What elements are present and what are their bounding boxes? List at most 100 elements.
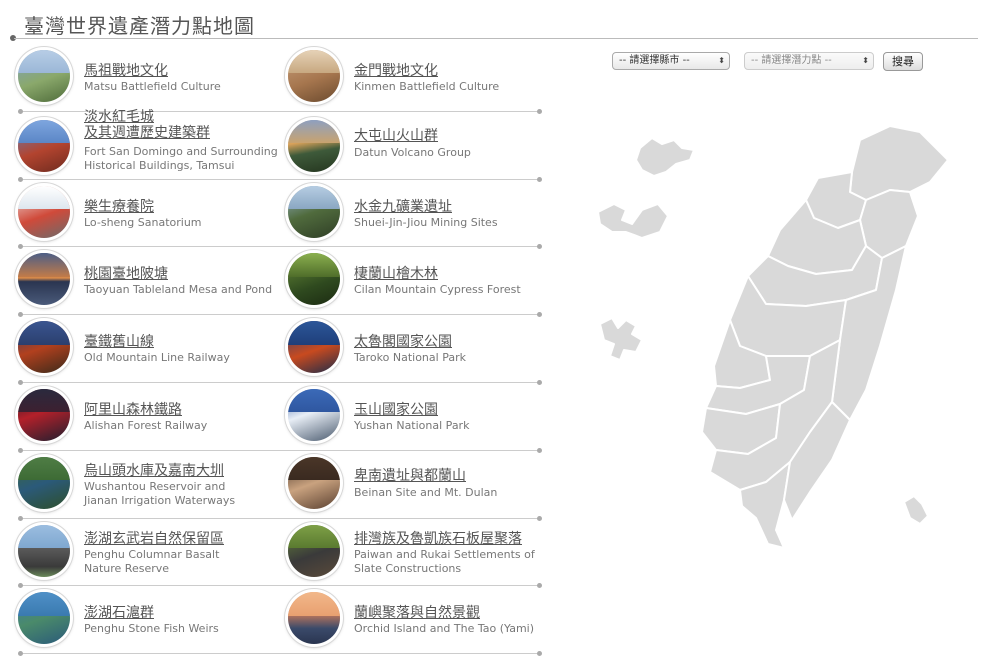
site-subtitle: Lo-sheng Sanatorium	[84, 215, 202, 229]
site-subtitle-line: Fort San Domingo and Surrounding	[84, 144, 278, 158]
site-thumbnail[interactable]	[288, 253, 340, 306]
site-row: 澎湖玄武岩自然保留區 Penghu Columnar Basalt Nature …	[14, 519, 542, 589]
site-title[interactable]: 桃園臺地陂塘	[84, 266, 168, 282]
site-subtitle: Orchid Island and The Tao (Yami)	[354, 622, 535, 636]
site-subtitle: Kinmen Battlefield Culture	[354, 80, 500, 93]
site-title[interactable]: 淡水紅毛城 及其週遭歷史建築群	[84, 109, 210, 141]
site-row: 桃園臺地陂塘 Taoyuan Tableland Mesa and Pond 棲…	[14, 247, 542, 318]
map-region-lanyu[interactable]	[903, 495, 929, 525]
page-header: 臺灣世界遺產潛力點地圖	[0, 0, 998, 42]
site-subtitle: Shuei-Jin-Jiou Mining Sites	[354, 215, 498, 229]
taiwan-map[interactable]	[570, 120, 960, 560]
site-select[interactable]: -- 請選擇潛力點 -- ⬍	[744, 52, 874, 70]
site-title[interactable]: 卑南遺址與都蘭山	[354, 468, 466, 484]
site-subtitle-line: Slate Constructions	[354, 561, 462, 575]
site-title[interactable]: 水金九礦業遺址	[354, 199, 452, 215]
site-row: 烏山頭水庫及嘉南大圳 Wushantou Reservoir and Jianan…	[14, 451, 542, 521]
site-title[interactable]: 玉山國家公園	[354, 402, 438, 418]
county-select-label[interactable]: -- 請選擇縣市 --	[619, 55, 690, 66]
site-thumbnail[interactable]	[18, 592, 70, 645]
header-divider	[14, 38, 978, 39]
site-item-losheng[interactable]: 樂生療養院 Lo-sheng Sanatorium	[14, 180, 276, 246]
site-row: 澎湖石滬群 Penghu Stone Fish Weirs 蘭嶼聚落與自然景觀 …	[14, 586, 542, 657]
site-title[interactable]: 烏山頭水庫及嘉南大圳	[84, 463, 224, 479]
site-thumbnail[interactable]	[18, 524, 70, 577]
site-title[interactable]: 澎湖玄武岩自然保留區	[84, 531, 224, 547]
site-subtitle: Wushantou Reservoir and Jianan Irrigation…	[84, 480, 235, 508]
site-item-beinan[interactable]: 卑南遺址與都蘭山 Beinan Site and Mt. Dulan	[284, 451, 546, 517]
site-thumbnail[interactable]	[288, 50, 340, 102]
site-title[interactable]: 馬祖戰地文化	[84, 63, 168, 79]
site-title[interactable]: 棲蘭山檜木林	[354, 266, 438, 282]
site-item-shuei-jin-jiou[interactable]: 水金九礦業遺址 Shuei-Jin-Jiou Mining Sites	[284, 180, 546, 246]
site-subtitle-line: Paiwan and Rukai Settlements of	[354, 547, 535, 561]
site-subtitle-line: Nature Reserve	[84, 561, 170, 575]
site-title[interactable]: 臺鐵舊山線	[84, 334, 154, 350]
map-region-penghu[interactable]	[599, 317, 643, 361]
site-item-old-mountain-line[interactable]: 臺鐵舊山線 Old Mountain Line Railway	[14, 315, 276, 381]
site-subtitle: Matsu Battlefield Culture	[84, 80, 221, 93]
site-item-orchid-island[interactable]: 蘭嶼聚落與自然景觀 Orchid Island and The Tao (Yam…	[284, 586, 546, 652]
site-item-penghu-weirs[interactable]: 澎湖石滬群 Penghu Stone Fish Weirs	[14, 586, 276, 652]
map-region-north[interactable]	[849, 125, 949, 201]
site-subtitle-line: Historical Buildings, Tamsui	[84, 158, 235, 172]
map-region-matsu[interactable]	[635, 137, 695, 177]
site-item-taroko[interactable]: 太魯閣國家公園 Taroko National Park	[284, 315, 546, 381]
site-item-cilan[interactable]: 棲蘭山檜木林 Cilan Mountain Cypress Forest	[284, 247, 546, 313]
site-title[interactable]: 蘭嶼聚落與自然景觀	[354, 605, 480, 621]
site-title[interactable]: 金門戰地文化	[354, 63, 438, 79]
select-arrows-icon[interactable]: ⬍	[718, 53, 725, 69]
site-thumbnail[interactable]	[18, 456, 70, 509]
site-row: 淡水紅毛城 及其週遭歷史建築群 Fort San Domingo and Surr…	[14, 109, 542, 182]
site-thumbnail[interactable]	[288, 456, 340, 509]
site-thumbnail[interactable]	[18, 253, 70, 306]
site-subtitle: Paiwan and Rukai Settlements of Slate Con…	[354, 548, 535, 576]
site-thumbnail[interactable]	[288, 119, 340, 172]
site-subtitle: Taoyuan Tableland Mesa and Pond	[84, 283, 273, 297]
site-thumbnail[interactable]	[288, 185, 340, 238]
site-thumbnail[interactable]	[18, 119, 70, 172]
site-item-taoyuan[interactable]: 桃園臺地陂塘 Taoyuan Tableland Mesa and Pond	[14, 247, 276, 313]
site-subtitle-line: Wushantou Reservoir and	[84, 479, 226, 493]
site-subtitle: Beinan Site and Mt. Dulan	[354, 485, 498, 499]
site-title[interactable]: 大屯山火山群	[354, 128, 438, 144]
site-row: 臺鐵舊山線 Old Mountain Line Railway 太魯閣國家公園 …	[14, 315, 542, 385]
search-button[interactable]: 搜尋	[883, 52, 923, 71]
site-item-alishan[interactable]: 阿里山森林鐵路 Alishan Forest Railway	[14, 383, 276, 449]
site-item-paiwan-rukai[interactable]: 排灣族及魯凱族石板屋聚落 Paiwan and Rukai Settlement…	[284, 519, 546, 585]
site-title[interactable]: 樂生療養院	[84, 199, 154, 215]
site-select-label[interactable]: -- 請選擇潛力點 --	[751, 55, 832, 66]
site-subtitle: Yushan National Park	[354, 418, 470, 432]
site-thumbnail[interactable]	[18, 321, 70, 374]
site-item-matsu[interactable]: 馬祖戰地文化 Matsu Battlefield Culture	[14, 44, 276, 110]
site-thumbnail[interactable]	[288, 592, 340, 645]
site-thumbnail[interactable]	[288, 524, 340, 577]
site-item-penghu-basalt[interactable]: 澎湖玄武岩自然保留區 Penghu Columnar Basalt Nature …	[14, 519, 276, 585]
site-title[interactable]: 澎湖石滬群	[84, 605, 154, 621]
site-subtitle: Cilan Mountain Cypress Forest	[354, 283, 521, 297]
site-thumbnail[interactable]	[288, 388, 340, 441]
row-divider	[18, 651, 542, 657]
site-item-wushantou[interactable]: 烏山頭水庫及嘉南大圳 Wushantou Reservoir and Jianan…	[14, 451, 276, 517]
site-title[interactable]: 阿里山森林鐵路	[84, 402, 182, 418]
site-item-datun[interactable]: 大屯山火山群 Datun Volcano Group	[284, 112, 546, 178]
select-arrows-icon[interactable]: ⬍	[862, 53, 869, 69]
site-item-kinmen[interactable]: 金門戰地文化 Kinmen Battlefield Culture	[284, 44, 546, 110]
site-title[interactable]: 排灣族及魯凱族石板屋聚落	[354, 531, 522, 547]
site-thumbnail[interactable]	[288, 321, 340, 374]
site-item-yushan[interactable]: 玉山國家公園 Yushan National Park	[284, 383, 546, 449]
site-row: 樂生療養院 Lo-sheng Sanatorium 水金九礦業遺址 Shuei-…	[14, 180, 542, 250]
site-subtitle: Old Mountain Line Railway	[84, 351, 230, 365]
site-thumbnail[interactable]	[18, 388, 70, 441]
site-title[interactable]: 太魯閣國家公園	[354, 334, 452, 350]
county-select[interactable]: -- 請選擇縣市 -- ⬍	[612, 52, 730, 70]
site-subtitle-line: Penghu Columnar Basalt	[84, 547, 220, 561]
map-region-kinmen[interactable]	[597, 203, 669, 239]
site-title-line[interactable]: 及其週遭歷史建築群	[84, 125, 210, 141]
site-thumbnail[interactable]	[18, 185, 70, 238]
site-thumbnail[interactable]	[18, 50, 70, 102]
site-row: 馬祖戰地文化 Matsu Battlefield Culture 金門戰地文化 …	[14, 44, 542, 114]
site-title-line[interactable]: 淡水紅毛城	[84, 109, 154, 125]
site-item-tamsui[interactable]: 淡水紅毛城 及其週遭歷史建築群 Fort San Domingo and Surr…	[14, 109, 278, 178]
page-title: 臺灣世界遺產潛力點地圖	[24, 14, 255, 38]
